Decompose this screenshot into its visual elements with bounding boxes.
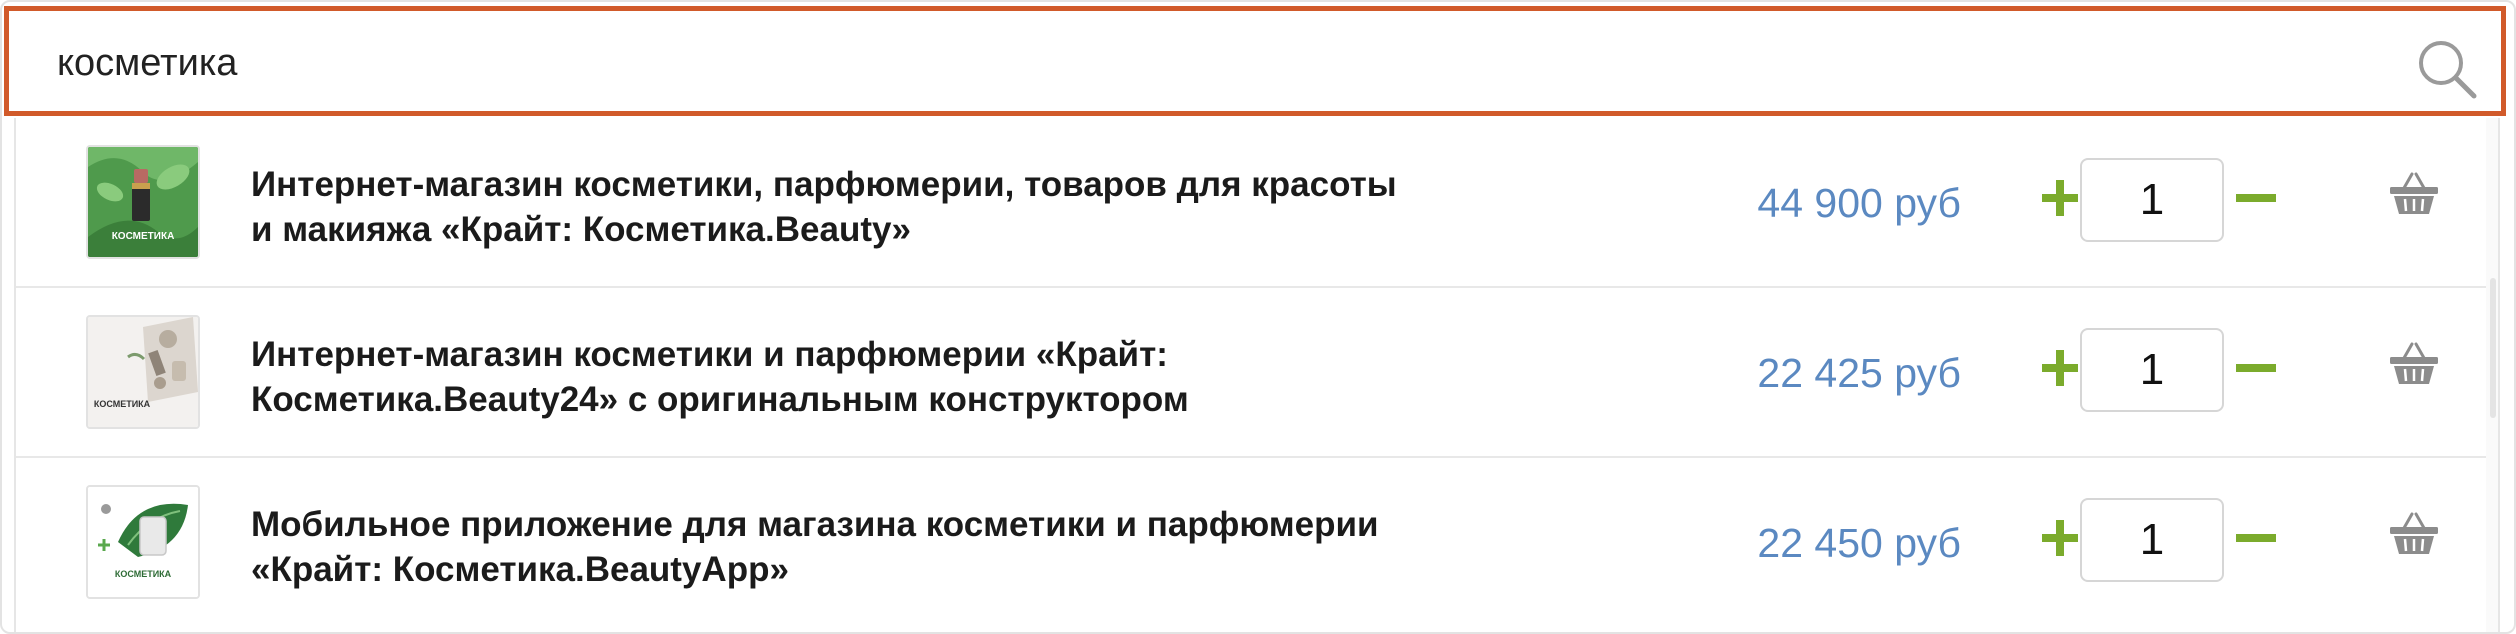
product-price: 22 425 руб bbox=[1757, 350, 1961, 396]
svg-text:КОСМЕТИКА: КОСМЕТИКА bbox=[112, 231, 175, 242]
search-results-list: КОСМЕТИКА Интернет-магазин косметики, па… bbox=[14, 118, 2500, 632]
product-price: 44 900 руб bbox=[1757, 180, 1961, 226]
search-icon[interactable] bbox=[2415, 37, 2479, 101]
scrollbar[interactable] bbox=[2486, 118, 2498, 632]
increase-quantity-button[interactable] bbox=[2040, 518, 2080, 558]
decrease-quantity-button[interactable] bbox=[2234, 178, 2278, 218]
search-input[interactable] bbox=[57, 41, 2357, 85]
decrease-quantity-button[interactable] bbox=[2234, 518, 2278, 558]
increase-quantity-button[interactable] bbox=[2040, 178, 2080, 218]
increase-quantity-button[interactable] bbox=[2040, 348, 2080, 388]
svg-text:КОСМЕТИКА: КОСМЕТИКА bbox=[94, 399, 151, 409]
product-title[interactable]: Интернет-магазин косметики, парфюмерии, … bbox=[251, 162, 1651, 252]
result-row[interactable]: КОСМЕТИКА Мобильное приложение для магаз… bbox=[16, 458, 2486, 628]
product-title-line: Интернет-магазин косметики, парфюмерии, … bbox=[251, 165, 1397, 204]
product-thumbnail[interactable]: КОСМЕТИКА bbox=[86, 145, 200, 259]
scrollbar-thumb[interactable] bbox=[2490, 278, 2496, 418]
product-title[interactable]: Интернет-магазин косметики и парфюмерии … bbox=[251, 332, 1651, 422]
quantity-input[interactable] bbox=[2080, 498, 2224, 582]
search-box bbox=[4, 6, 2506, 116]
product-title-line: «Крайт: Косметика.BeautyApp» bbox=[251, 550, 789, 589]
product-image-beauty: КОСМЕТИКА bbox=[88, 147, 198, 257]
product-title-line: Интернет-магазин косметики и парфюмерии … bbox=[251, 335, 1168, 374]
product-thumbnail[interactable]: КОСМЕТИКА bbox=[86, 315, 200, 429]
product-title-line: и макияжа «Крайт: Косметика.Beauty» bbox=[251, 210, 911, 249]
product-title-line: Мобильное приложение для магазина космет… bbox=[251, 505, 1379, 544]
product-image-beauty24: КОСМЕТИКА bbox=[88, 317, 198, 427]
product-image-beautyapp: КОСМЕТИКА bbox=[88, 487, 198, 597]
product-price: 22 450 руб bbox=[1757, 520, 1961, 566]
result-row[interactable]: КОСМЕТИКА Интернет-магазин косметики и п… bbox=[16, 288, 2486, 458]
basket-icon[interactable] bbox=[2388, 340, 2440, 388]
basket-icon[interactable] bbox=[2388, 510, 2440, 558]
quantity-input[interactable] bbox=[2080, 158, 2224, 242]
basket-icon[interactable] bbox=[2388, 170, 2440, 218]
search-widget: КОСМЕТИКА Интернет-магазин косметики, па… bbox=[0, 0, 2516, 634]
product-title[interactable]: Мобильное приложение для магазина космет… bbox=[251, 502, 1651, 592]
quantity-input[interactable] bbox=[2080, 328, 2224, 412]
svg-text:КОСМЕТИКА: КОСМЕТИКА bbox=[115, 569, 172, 579]
product-thumbnail[interactable]: КОСМЕТИКА bbox=[86, 485, 200, 599]
decrease-quantity-button[interactable] bbox=[2234, 348, 2278, 388]
result-row[interactable]: КОСМЕТИКА Интернет-магазин косметики, па… bbox=[16, 118, 2486, 288]
product-title-line: Косметика.Beauty24» с оригинальным конст… bbox=[251, 380, 1189, 419]
